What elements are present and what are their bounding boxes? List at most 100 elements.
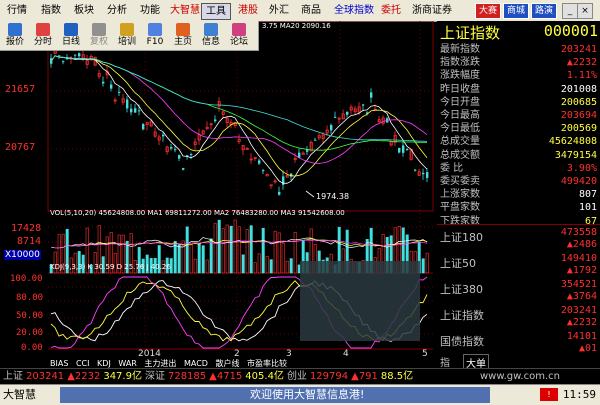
candle-body xyxy=(162,134,165,137)
volume-axis-label: 17428 xyxy=(11,223,42,234)
tool-dropdown-panel: 报价 分时 日线 复权 培训 F10 主页 信息 论坛 xyxy=(0,21,259,51)
tab-war[interactable]: WAR xyxy=(118,359,137,368)
menu-gongju[interactable]: 工具 xyxy=(201,3,231,20)
menu-global-index[interactable]: 全球指数 xyxy=(330,0,378,21)
candle-body xyxy=(62,61,65,63)
tab-bias[interactable]: BIAS xyxy=(50,359,68,368)
minimize-icon[interactable]: _ xyxy=(562,3,578,19)
menu-hangqing[interactable]: 行情 xyxy=(3,0,31,21)
bottom-status-bar: 大智慧 欢迎使用大智慧信息港! ! 11:59 xyxy=(0,384,600,405)
volume-bar xyxy=(185,226,189,274)
volume-bar xyxy=(193,258,197,274)
quote-row-label: 委 比 xyxy=(440,162,464,174)
volume-bar xyxy=(229,225,233,274)
intraday-icon xyxy=(36,23,50,36)
tool-zhuye-button[interactable]: 主页 xyxy=(170,22,196,49)
volume-bar xyxy=(205,259,209,274)
index-row-value: 203241 xyxy=(560,305,597,316)
quote-icon xyxy=(8,23,22,36)
menu-ganggu[interactable]: 港股 xyxy=(234,0,262,21)
quote-row: 最新指数 203241 xyxy=(440,44,597,56)
menu-gongneng[interactable]: 功能 xyxy=(136,0,164,21)
quote-row-label: 上涨家数 xyxy=(440,189,480,201)
shangcheng-button[interactable]: 商城 xyxy=(503,3,530,19)
candle-body xyxy=(138,110,141,112)
menu-zheshang[interactable]: 浙商证券 xyxy=(408,0,456,21)
tab-cci[interactable]: CCI xyxy=(76,359,90,368)
tool-fenshi-button[interactable]: 分时 xyxy=(30,22,56,49)
quote-row: 下跌家数 67 xyxy=(440,216,597,228)
quote-row-value: 499420 xyxy=(560,176,597,187)
tab-zhuli[interactable]: 主力进出 xyxy=(144,359,176,368)
index-row[interactable]: 国债指数 14101 ▲01 xyxy=(440,331,597,355)
quote-row: 平盘家数 101 xyxy=(440,202,597,214)
quote-row-label: 今日最低 xyxy=(440,123,480,135)
volume-bar xyxy=(281,243,285,274)
index-row[interactable]: 上证180 473558 ▲2486 xyxy=(440,227,597,251)
tool-luntan-button[interactable]: 论坛 xyxy=(226,22,252,49)
market-ticker-bar: 上证 203241 ▲2232 347.9亿 深证 728185 ▲4715 405.4亿 创业… xyxy=(0,368,600,385)
tool-peixun-button[interactable]: 培训 xyxy=(114,22,140,49)
menu-dazhihui[interactable]: 大智慧 xyxy=(166,0,204,21)
tool-fuquan-button[interactable]: 复权 xyxy=(86,22,112,49)
ticker-item: ▲2232 xyxy=(67,371,101,382)
candle-body xyxy=(414,169,417,171)
menu-fenxi[interactable]: 分析 xyxy=(103,0,131,21)
menu-zhishu[interactable]: 指数 xyxy=(37,0,65,21)
candle-body xyxy=(422,172,425,175)
tool-xinxi-button[interactable]: 信息 xyxy=(198,22,224,49)
menu-weituo[interactable]: 委托 xyxy=(377,0,405,21)
x-axis-label: 5 xyxy=(422,349,428,359)
luyan-button[interactable]: 路演 xyxy=(531,3,558,19)
panel-tab-zhi[interactable]: 指 xyxy=(440,354,450,369)
tab-kdj[interactable]: KDJ xyxy=(97,359,111,368)
alert-icon[interactable]: ! xyxy=(540,388,558,401)
forum-icon xyxy=(232,23,246,36)
tool-rixian-button[interactable]: 日线 xyxy=(58,22,84,49)
tool-f10-button[interactable]: F10 xyxy=(142,22,168,49)
quote-row-label: 总成交量 xyxy=(440,136,480,148)
volume-bar xyxy=(197,243,201,274)
dasai-button[interactable]: 大赛 xyxy=(475,3,502,19)
ticker-item: ▲4715 xyxy=(209,371,243,382)
quote-row-value: 201008 xyxy=(560,83,597,95)
volume-bar xyxy=(293,232,297,274)
index-code: 000001 xyxy=(543,22,598,40)
training-icon xyxy=(120,23,134,36)
tab-macd[interactable]: MACD xyxy=(184,359,208,368)
index-name: 上证指数 xyxy=(440,24,501,42)
menu-bankuai[interactable]: 板块 xyxy=(70,0,98,21)
volume-bar xyxy=(425,252,429,274)
tab-pe[interactable]: 市盈率比较 xyxy=(247,359,287,368)
volume-bar xyxy=(249,225,253,274)
volume-bar xyxy=(177,244,181,274)
candle-body xyxy=(170,147,173,149)
volume-bar xyxy=(233,219,237,274)
daily-chart-icon xyxy=(64,23,78,36)
candle-body xyxy=(178,155,181,159)
chart-canvas xyxy=(47,20,434,350)
quote-row-label: 今日最高 xyxy=(440,110,480,121)
close-icon[interactable]: × xyxy=(577,3,593,19)
kdj-axis-label: 50.00 xyxy=(16,311,44,321)
menu-waihui[interactable]: 外汇 xyxy=(265,0,293,21)
ticker-item: 88.5亿 xyxy=(380,371,414,382)
ma-overlay-text: 3.75 MA20 2090.16 xyxy=(262,22,331,30)
index-row-name: 上证180 xyxy=(440,231,483,244)
volume-bar xyxy=(269,259,273,274)
volume-legend: VOL(5,10,20) 45624808.00 MA1 69811272.00… xyxy=(50,209,345,217)
volume-bar xyxy=(289,258,293,274)
quote-row-value: 807 xyxy=(578,189,597,201)
ticker-item: 203241 xyxy=(26,371,65,382)
index-row-value: 473558 xyxy=(560,227,597,238)
menu-shangpin[interactable]: 商品 xyxy=(297,0,325,21)
quote-row: 昨日收盘 201008 xyxy=(440,84,597,96)
tool-baojia-button[interactable]: 报价 xyxy=(2,22,28,49)
index-row[interactable]: 上证50 149410 ▲1792 xyxy=(440,253,597,277)
index-row-name: 国债指数 xyxy=(440,335,484,348)
tab-sanhu[interactable]: 散户线 xyxy=(215,359,239,368)
volume-bar xyxy=(265,256,269,274)
candle-body xyxy=(314,139,317,141)
index-row[interactable]: 上证指数 203241 ▲2232 xyxy=(440,305,597,329)
index-row[interactable]: 上证380 354521 ▲3764 xyxy=(440,279,597,303)
